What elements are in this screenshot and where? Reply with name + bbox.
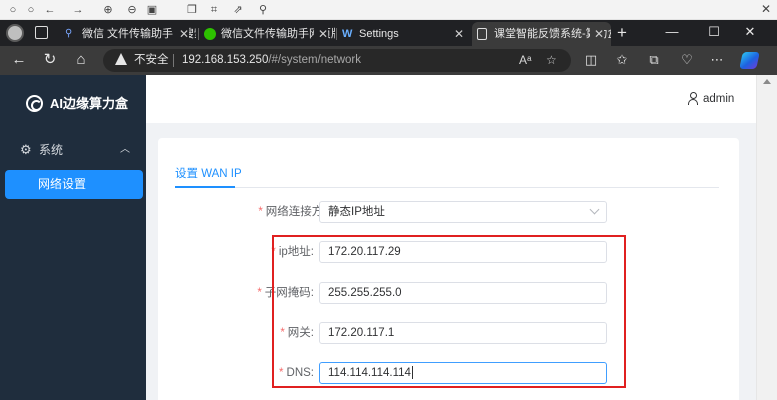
back-icon[interactable]: ← bbox=[10, 51, 28, 69]
pin-icon[interactable]: ⚲ bbox=[256, 3, 270, 17]
dot-icon[interactable]: ○ bbox=[6, 3, 20, 17]
warning-icon bbox=[115, 53, 127, 65]
url-host: 192.168.153.250 bbox=[182, 54, 269, 66]
top-header: admin bbox=[146, 75, 756, 123]
tab-strip: ⚲ 微信 文件传输助手 - 搜索 ✕ 微信文件传输助手网页版 ✕ W Setti… bbox=[0, 20, 777, 46]
tab-classroom-feedback[interactable]: 课堂智能反馈系统-算力盒子 ✕ bbox=[472, 22, 611, 46]
logo-text: AI边缘算力盒 bbox=[50, 96, 129, 111]
minimize-button[interactable]: — bbox=[664, 23, 680, 41]
window-close-button[interactable]: ✕ bbox=[742, 23, 758, 41]
form-item-connection-type: * 网络连接方式: bbox=[188, 201, 338, 223]
gear-icon: ⚙ bbox=[20, 142, 32, 157]
extensions-icon[interactable]: ♡ bbox=[678, 51, 696, 69]
security-label[interactable]: 不安全 bbox=[134, 49, 169, 72]
page-icon bbox=[477, 28, 487, 40]
search-icon: ⚲ bbox=[65, 28, 73, 39]
reload-icon[interactable]: ↻ bbox=[41, 51, 59, 69]
page-scrollbar[interactable] bbox=[756, 75, 777, 400]
main-content: admin 设置 WAN IP * 网络连接方式: 静态IP地址 * ip地址: 1… bbox=[146, 75, 756, 400]
zoom-in-icon[interactable]: ⊕ bbox=[101, 3, 115, 17]
screenshot-icon[interactable]: ⌗ bbox=[207, 3, 221, 17]
copilot-icon[interactable] bbox=[739, 52, 760, 69]
profile-avatar[interactable] bbox=[6, 24, 24, 42]
user-icon bbox=[687, 92, 698, 105]
tab-settings[interactable]: W Settings ✕ bbox=[337, 22, 471, 46]
app-logo: AI边缘算力盒 bbox=[26, 94, 128, 114]
sidebar: AI边缘算力盒 ⚙ 系统 ︿ 网络设置 bbox=[0, 75, 146, 400]
tab-wechat[interactable]: 微信文件传输助手网页版 ✕ bbox=[199, 22, 335, 46]
username: admin bbox=[703, 93, 735, 105]
url-text[interactable]: 192.168.153.250/#/system/network bbox=[182, 49, 361, 72]
collections-icon[interactable]: ⧉ bbox=[645, 51, 663, 69]
url-path: /#/system/network bbox=[268, 54, 362, 66]
dot-icon[interactable]: ○ bbox=[24, 3, 38, 17]
user-menu[interactable]: admin bbox=[687, 92, 734, 106]
chevron-down-icon bbox=[589, 204, 600, 215]
address-toolbar: ← ↻ ⌂ 不安全 192.168.153.250/#/system/netwo… bbox=[0, 46, 777, 75]
settings-app-icon: W bbox=[342, 28, 353, 40]
active-tab-indicator bbox=[175, 186, 235, 188]
scroll-up-icon[interactable] bbox=[763, 79, 771, 84]
favorite-star-icon[interactable]: ☆ bbox=[546, 52, 557, 69]
sidebar-item-network[interactable]: 网络设置 bbox=[5, 170, 143, 199]
close-icon[interactable]: ✕ bbox=[313, 22, 328, 46]
connection-type-select[interactable]: 静态IP地址 bbox=[319, 201, 607, 223]
address-bar[interactable]: 不安全 192.168.153.250/#/system/network Aᵃ … bbox=[103, 49, 571, 72]
close-icon[interactable]: ✕ bbox=[589, 22, 604, 46]
share-icon[interactable]: ⇗ bbox=[231, 3, 245, 17]
back-icon[interactable]: ← bbox=[43, 3, 57, 17]
sidebar-item-label: 网络设置 bbox=[38, 177, 87, 191]
sidebar-group-system[interactable]: ⚙ 系统 ︿ bbox=[0, 137, 146, 163]
maximize-button[interactable]: ☐ bbox=[706, 23, 722, 41]
chevron-up-icon: ︿ bbox=[120, 144, 130, 155]
home-icon[interactable]: ⌂ bbox=[72, 51, 90, 69]
close-icon[interactable]: ✕ bbox=[761, 2, 771, 16]
sidebar-group-label: 系统 bbox=[39, 143, 64, 157]
wechat-icon bbox=[204, 28, 216, 40]
tab-wan-ip[interactable]: 设置 WAN IP bbox=[175, 166, 242, 182]
connection-type-value: 静态IP地址 bbox=[328, 206, 385, 218]
tab-search[interactable]: ⚲ 微信 文件传输助手 - 搜索 ✕ bbox=[60, 22, 196, 46]
favorites-icon[interactable]: ✩ bbox=[613, 51, 631, 69]
logo-icon bbox=[26, 95, 43, 112]
read-aloud-icon[interactable]: Aᵃ bbox=[519, 52, 531, 69]
more-icon[interactable]: ⋯ bbox=[708, 51, 726, 69]
fit-icon[interactable]: ▣ bbox=[145, 3, 159, 17]
mini-toolbar: ○ ○ ← → ⊕ ⊖ ▣ ❐ ⌗ ⇗ ⚲ ✕ bbox=[0, 0, 777, 20]
split-screen-icon[interactable]: ◫ bbox=[582, 51, 600, 69]
workspaces-icon[interactable] bbox=[35, 26, 48, 39]
settings-card: 设置 WAN IP * 网络连接方式: 静态IP地址 * ip地址: 172.20.… bbox=[158, 138, 739, 400]
forward-icon[interactable]: → bbox=[71, 3, 85, 17]
tab-title: Settings bbox=[359, 28, 399, 40]
new-tab-button[interactable]: + bbox=[617, 22, 627, 44]
zoom-out-icon[interactable]: ⊖ bbox=[125, 3, 139, 17]
highlight-box bbox=[272, 235, 626, 388]
close-icon[interactable]: ✕ bbox=[174, 22, 189, 46]
copy-icon[interactable]: ❐ bbox=[185, 3, 199, 17]
close-icon[interactable]: ✕ bbox=[454, 22, 464, 46]
